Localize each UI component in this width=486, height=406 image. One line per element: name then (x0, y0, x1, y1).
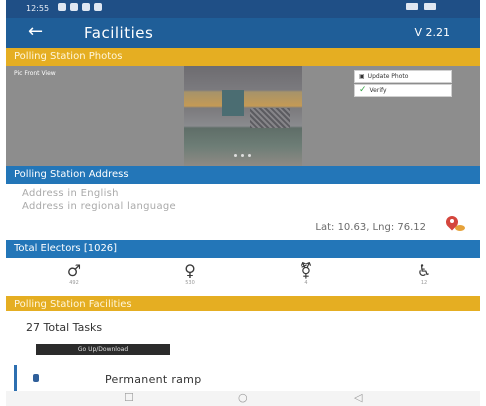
notification-icon (82, 3, 90, 11)
female-electors: ♀ 530 (170, 261, 210, 287)
pwd-electors: ♿ 12 (404, 261, 444, 287)
electors-section-header: Total Electors [1026] (6, 240, 480, 258)
pwd-count: 12 (420, 280, 428, 286)
app-version: V 2.21 (414, 26, 450, 39)
system-nav-bar: ☐ ○ ◁ (6, 391, 480, 406)
update-photo-label: Update Photo (367, 73, 409, 80)
verify-label: Verify (369, 87, 387, 94)
app-bar: ← Facilities V 2.21 (6, 18, 480, 48)
status-time: 12:55 (26, 4, 50, 13)
task-label: Permanent ramp (105, 373, 202, 386)
third-gender-icon: ⚧ (299, 261, 313, 280)
address-regional: Address in regional language (22, 201, 176, 212)
map-pin-icon[interactable] (443, 213, 465, 232)
notification-icon (94, 3, 102, 11)
notification-icon (58, 3, 66, 11)
signal-icon (406, 3, 418, 10)
home-button[interactable]: ○ (238, 391, 248, 405)
photos-section-header: Polling Station Photos (6, 48, 480, 66)
lat-lng: Lat: 10.63, Lng: 76.12 (315, 222, 426, 233)
upload-download-button[interactable]: Go Up/Download (36, 344, 170, 355)
photo-pager-dots (234, 154, 251, 157)
station-photo[interactable] (184, 66, 302, 166)
facilities-panel: 27 Total Tasks Go Up/Download Permanent … (6, 311, 480, 391)
page-title: Facilities (84, 24, 154, 42)
verify-button[interactable]: ✓ Verify (354, 84, 452, 97)
status-bar: 12:55 (6, 0, 480, 18)
wheelchair-icon: ♿ (416, 261, 432, 280)
task-icon (33, 374, 39, 382)
third-gender-count: 4 (304, 280, 308, 286)
check-icon: ✓ (359, 85, 367, 95)
notification-icons (58, 3, 102, 11)
third-gender-electors: ⚧ 4 (286, 261, 326, 287)
app-screen: 12:55 ← Facilities V 2.21 Polling Statio… (6, 0, 480, 406)
notification-icon (70, 3, 78, 11)
recents-button[interactable]: ☐ (124, 391, 134, 405)
task-item[interactable]: Permanent ramp (14, 365, 480, 391)
electors-row: ♂ 492 ♀ 530 ⚧ 4 ♿ 12 (6, 258, 480, 297)
total-tasks: 27 Total Tasks (26, 321, 103, 334)
address-section-header: Polling Station Address (6, 166, 480, 184)
male-count: 492 (69, 280, 79, 286)
photo-area: Pic Front View ▣ Update Photo ✓ Verify (6, 66, 480, 166)
photo-caption: Pic Front View (14, 70, 56, 77)
camera-icon: ▣ (359, 73, 365, 80)
system-icons (406, 3, 436, 10)
photo-grate (250, 108, 290, 128)
photo-door (222, 90, 244, 116)
address-english: Address in English (22, 188, 119, 199)
male-icon: ♂ (66, 261, 82, 280)
female-count: 530 (185, 280, 195, 286)
update-photo-button[interactable]: ▣ Update Photo (354, 70, 452, 83)
battery-icon (424, 3, 436, 10)
female-icon: ♀ (184, 261, 196, 280)
address-panel: Address in English Address in regional l… (6, 184, 480, 240)
male-electors: ♂ 492 (54, 261, 94, 287)
nav-back-button[interactable]: ◁ (354, 391, 362, 405)
back-arrow-icon[interactable]: ← (28, 22, 43, 42)
